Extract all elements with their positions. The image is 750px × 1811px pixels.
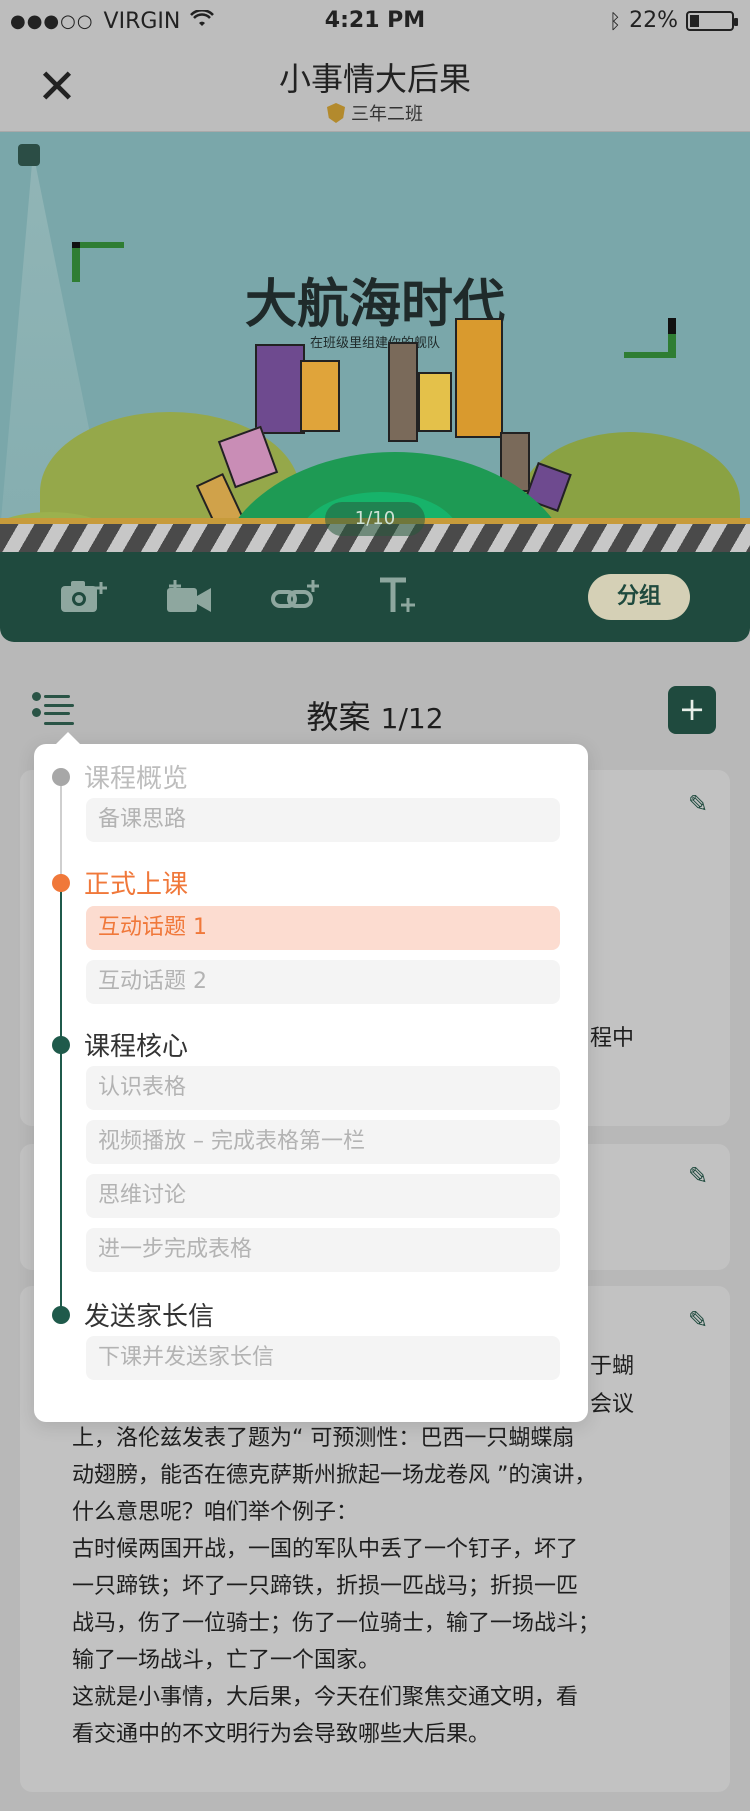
link-plus-icon[interactable] — [270, 574, 322, 618]
timeline-dot — [52, 768, 70, 786]
battery-icon — [686, 10, 738, 31]
timeline-dot — [52, 1036, 70, 1054]
outline-popover: 课程概览 备课思路 正式上课 互动话题 1 互动话题 2 课程核心 认识表格 视… — [34, 732, 588, 1422]
outline-item[interactable]: 思维讨论 — [86, 1174, 560, 1218]
group-button[interactable]: 分组 — [588, 574, 690, 620]
outline-item[interactable]: 视频播放 – 完成表格第一栏 — [86, 1120, 560, 1164]
section-title[interactable]: 正式上课 — [84, 864, 188, 901]
section-title[interactable]: 课程概览 — [84, 758, 188, 795]
class-name: 三年二班 — [351, 104, 423, 125]
outline-item[interactable]: 互动话题 2 — [86, 960, 560, 1004]
media-toolbar: 分组 — [0, 552, 750, 642]
card-text-fragment: 会议 — [590, 1392, 635, 1417]
section-title[interactable]: 课程核心 — [84, 1026, 188, 1063]
add-plan-button[interactable]: + — [668, 686, 716, 734]
timeline-line — [60, 778, 62, 882]
paragraph-line: 看交通中的不文明行为会导致哪些大后果。 — [72, 1722, 491, 1747]
card-text-fragment: 程中 — [590, 1026, 635, 1051]
outline-item[interactable]: 下课并发送家长信 — [86, 1336, 560, 1380]
outline-item[interactable]: 认识表格 — [86, 1066, 560, 1110]
status-bar: ●●●○○ VIRGIN 4:21 PM ᛒ 22% — [0, 0, 750, 44]
school-badge-icon — [327, 103, 345, 123]
paragraph-line: 输了一场战斗，亡了一个国家。 — [72, 1648, 381, 1673]
card-text-fragment: 于蝴 — [590, 1354, 635, 1379]
outline-item[interactable]: 进一步完成表格 — [86, 1228, 560, 1272]
app-logo-icon — [18, 144, 40, 166]
card-paragraph: 上，洛伦兹发表了题为“ 可预测性：巴西一只蝴蝶扇 动翅膀，能否在德克萨斯州掀起一场… — [72, 1420, 600, 1753]
timeline-dot — [52, 1306, 70, 1324]
paragraph-line: 这就是小事情，大后果，今天在们聚焦交通文明，看 — [72, 1685, 579, 1710]
edit-icon[interactable]: ✎ — [688, 1162, 714, 1190]
edit-icon[interactable]: ✎ — [688, 1306, 714, 1334]
edit-icon[interactable]: ✎ — [688, 790, 714, 818]
video-plus-icon[interactable] — [164, 574, 216, 618]
outline-item-active[interactable]: 互动话题 1 — [86, 906, 560, 950]
plan-count: 1/12 — [380, 702, 444, 735]
building-illustration — [418, 372, 452, 432]
section-title[interactable]: 发送家长信 — [84, 1296, 214, 1333]
slide-pager: 1/10 — [325, 502, 425, 536]
course-banner[interactable]: 大航海时代 在班级里组建你的舰队 1/10 — [0, 132, 750, 552]
paragraph-line: 古时候两国开战，一国的军队中丢了一个钉子，坏了 — [72, 1537, 579, 1562]
building-illustration — [300, 360, 340, 432]
building-illustration — [255, 344, 305, 434]
paragraph-line: 战马，伤了一位骑士；伤了一位骑士，输了一场战斗； — [72, 1611, 601, 1636]
page-title: 小事情大后果 — [278, 60, 471, 98]
class-subtitle: 三年二班 — [0, 100, 750, 126]
lesson-plan-header: 教案 1/12 — [0, 672, 750, 752]
outline-item[interactable]: 备课思路 — [86, 798, 560, 842]
camera-plus-icon[interactable] — [58, 574, 110, 618]
banner-heading: 大航海时代 — [244, 275, 505, 335]
building-illustration — [455, 318, 503, 438]
battery-percent: 22% — [629, 8, 678, 33]
paragraph-line: 一只蹄铁；坏了一只蹄铁，折损一匹战马；折损一匹 — [72, 1574, 579, 1599]
plan-title-label: 教案 — [306, 698, 371, 736]
paragraph-line: 上，洛伦兹发表了题为“ 可预测性：巴西一只蝴蝶扇 — [72, 1426, 575, 1451]
nav-header: ✕ 小事情大后果 三年二班 — [0, 44, 750, 132]
text-plus-icon[interactable] — [372, 574, 424, 618]
bluetooth-icon: ᛒ — [609, 8, 622, 33]
timeline-line — [60, 882, 62, 1314]
timeline-dot — [52, 874, 70, 892]
banner-tagline: 在班级里组建你的舰队 — [309, 336, 440, 351]
paragraph-line: 动翅膀，能否在德克萨斯州掀起一场龙卷风 ”的演讲， — [72, 1463, 597, 1488]
building-illustration — [388, 342, 418, 442]
paragraph-line: 什么意思呢？咱们举个例子： — [72, 1500, 359, 1525]
lesson-plan-title: 教案 1/12 — [0, 692, 750, 738]
